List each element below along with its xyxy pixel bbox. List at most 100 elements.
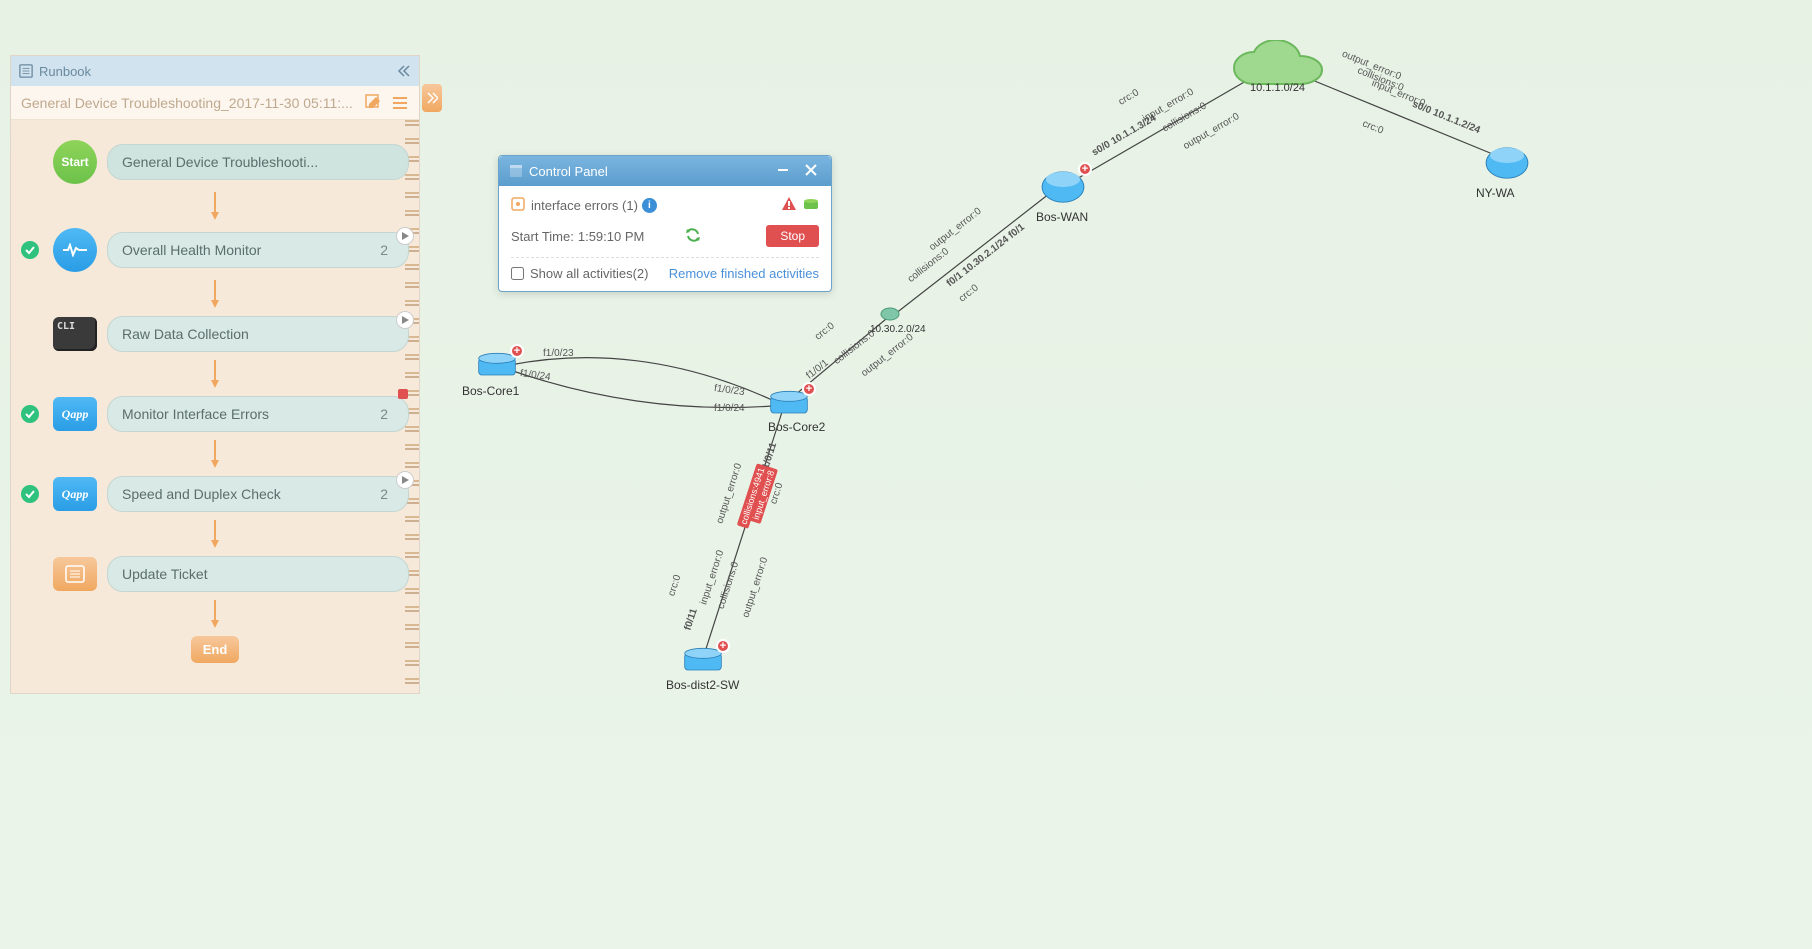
step-label: Update Ticket: [122, 566, 208, 582]
link-label: collisions:0: [906, 246, 951, 285]
step-connector: [21, 520, 409, 548]
step-ticket: Update Ticket: [21, 556, 409, 592]
show-all-checkbox[interactable]: [511, 267, 524, 280]
link-label: f1/0/24: [519, 368, 551, 383]
breadcrumb-row: General Device Troubleshooting_2017-11-3…: [11, 86, 419, 120]
device-count-icon[interactable]: [803, 197, 819, 214]
link-label: f1/0/23: [713, 383, 745, 398]
activity-name: interface errors (1): [531, 198, 638, 213]
start-time-value: 1:59:10 PM: [578, 229, 645, 244]
activity-row: interface errors (1) i: [511, 197, 781, 214]
warning-icon[interactable]: [781, 196, 797, 215]
step-label: Monitor Interface Errors: [122, 406, 269, 422]
list-icon[interactable]: [391, 94, 409, 112]
step-connector: [21, 440, 409, 468]
step-health: Overall Health Monitor 2: [21, 228, 409, 272]
show-all-label: Show all activities(2): [530, 266, 649, 281]
step-item[interactable]: General Device Troubleshooti...: [107, 144, 409, 180]
play-icon[interactable]: [396, 227, 414, 245]
device-bos-core1[interactable]: +: [476, 350, 518, 380]
runbook-sidebar: Runbook General Device Troubleshooting_2…: [10, 55, 420, 694]
step-connector: [21, 360, 409, 388]
link-label: output_error:0: [740, 556, 770, 619]
runbook-icon: [19, 64, 33, 78]
add-icon[interactable]: +: [716, 639, 730, 653]
start-time-label: Start Time:: [511, 229, 574, 244]
hub-icon[interactable]: [880, 306, 900, 322]
step-item[interactable]: Raw Data Collection: [107, 316, 409, 352]
link-label: f1/0/23: [543, 348, 574, 359]
control-panel-body: interface errors (1) i Start Time: 1:59:…: [499, 186, 831, 291]
device-bos-core2[interactable]: +: [768, 388, 810, 418]
end-row: End: [21, 636, 409, 663]
device-label-bos-dist2: Bos-dist2-SW: [666, 678, 739, 692]
add-icon[interactable]: +: [802, 382, 816, 396]
device-ny-wan[interactable]: [1484, 144, 1530, 182]
step-item[interactable]: Speed and Duplex Check 2: [107, 476, 409, 512]
sidebar-header: Runbook: [11, 56, 419, 86]
link-label: crc:0: [1361, 118, 1385, 136]
link-label: crc:0: [957, 282, 981, 304]
breadcrumb-text: General Device Troubleshooting_2017-11-3…: [21, 95, 353, 111]
step-label: Overall Health Monitor: [122, 242, 261, 258]
status-done-icon: [21, 405, 39, 423]
step-count: 2: [380, 486, 394, 502]
status-done-icon: [21, 241, 39, 259]
add-icon[interactable]: +: [1078, 162, 1092, 176]
control-panel[interactable]: Control Panel interface errors (1) i Sta…: [498, 155, 832, 292]
step-count: 2: [380, 406, 394, 422]
link-label: f1/0/1: [804, 357, 830, 381]
link-label: crc:0: [813, 320, 837, 342]
start-badge-icon: Start: [53, 140, 97, 184]
play-icon[interactable]: [396, 311, 414, 329]
step-raw: CLI Raw Data Collection: [21, 316, 409, 352]
step-monitor-errors: Qapp Monitor Interface Errors 2: [21, 396, 409, 432]
step-duplex: Qapp Speed and Duplex Check 2: [21, 476, 409, 512]
link-label: crc:0: [1117, 87, 1141, 107]
step-start: Start General Device Troubleshooti...: [21, 140, 409, 184]
cloud-subnet-label: 10.1.1.0/24: [1250, 82, 1305, 94]
device-label-bos-core2: Bos-Core2: [768, 420, 825, 434]
device-label-ny-wan: NY-WA: [1476, 186, 1514, 200]
step-label: General Device Troubleshooti...: [122, 154, 318, 170]
step-item[interactable]: Overall Health Monitor 2: [107, 232, 409, 268]
health-icon: [53, 228, 97, 272]
play-icon[interactable]: [396, 471, 414, 489]
sidebar-title: Runbook: [39, 64, 91, 79]
step-count: 2: [380, 242, 394, 258]
step-connector: [21, 280, 409, 308]
info-icon[interactable]: i: [642, 198, 657, 213]
device-bos-wan[interactable]: +: [1040, 168, 1086, 206]
refresh-icon[interactable]: [684, 226, 702, 247]
minimize-icon[interactable]: [773, 160, 793, 183]
close-icon[interactable]: [801, 160, 821, 183]
remove-activities-link[interactable]: Remove finished activities: [669, 266, 819, 281]
device-bos-dist2[interactable]: +: [682, 645, 724, 675]
ticket-icon: [53, 557, 97, 591]
step-connector: [21, 192, 409, 220]
device-label-bos-core1: Bos-Core1: [462, 384, 519, 398]
panel-icon: [509, 164, 523, 178]
step-label: Speed and Duplex Check: [122, 486, 281, 502]
qapp-icon: Qapp: [53, 477, 97, 511]
link-label: f1/0/24: [714, 403, 745, 414]
control-panel-header[interactable]: Control Panel: [499, 156, 831, 186]
stop-button[interactable]: Stop: [766, 225, 819, 247]
mid-subnet-label: 10.30.2.0/24: [870, 324, 926, 335]
activity-icon: [511, 197, 525, 214]
status-done-icon: [21, 485, 39, 503]
qapp-icon: Qapp: [53, 397, 97, 431]
link-label: output_error:0: [927, 206, 983, 253]
link-label: f0/11: [682, 607, 699, 632]
link-label: crc:0: [666, 573, 683, 597]
step-item[interactable]: Monitor Interface Errors 2: [107, 396, 409, 432]
runbook-body: Start General Device Troubleshooti... Ov…: [11, 120, 419, 693]
collapse-icon[interactable]: [395, 63, 411, 79]
device-label-bos-wan: Bos-WAN: [1036, 210, 1088, 224]
control-panel-title: Control Panel: [529, 164, 608, 179]
add-icon[interactable]: +: [510, 344, 524, 358]
edit-icon[interactable]: [365, 94, 383, 112]
record-icon: [398, 389, 408, 399]
step-item[interactable]: Update Ticket: [107, 556, 409, 592]
expand-handle[interactable]: [422, 84, 442, 112]
